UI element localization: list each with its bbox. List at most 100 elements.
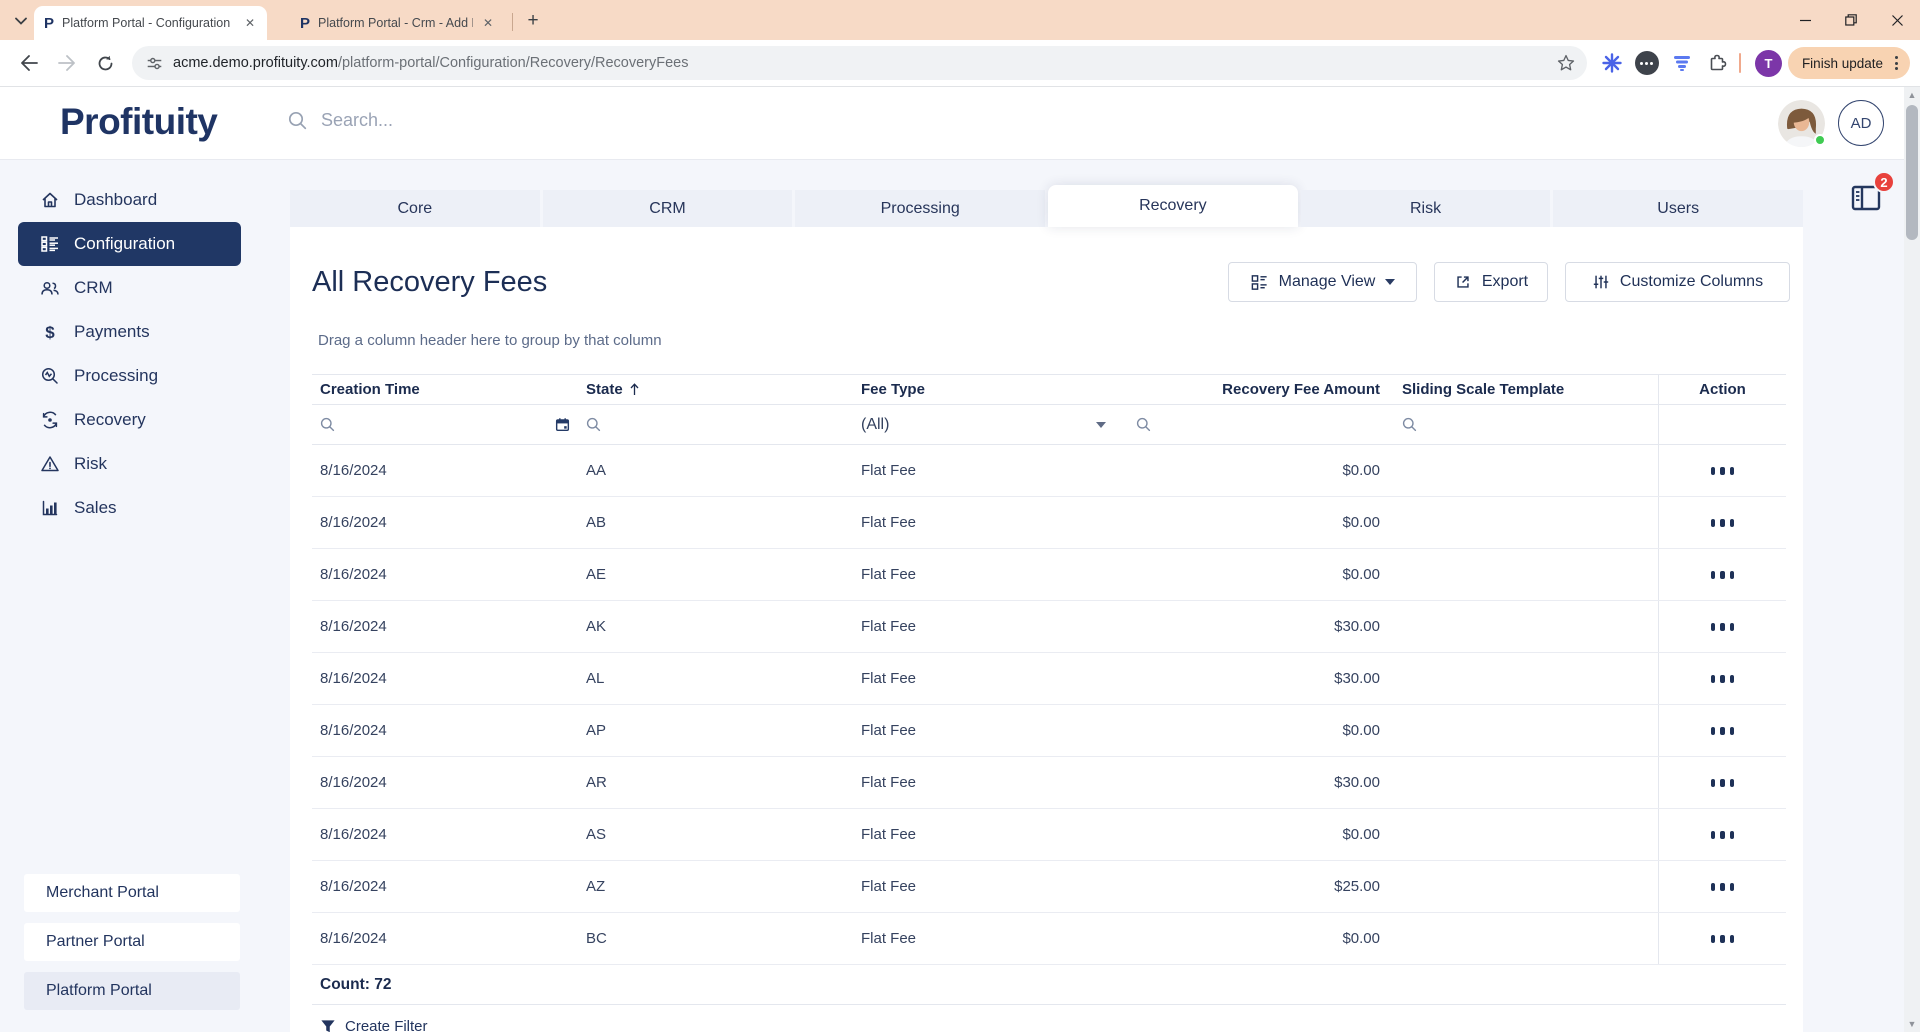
- partner-portal-link[interactable]: Partner Portal: [24, 923, 240, 961]
- table-row[interactable]: 8/16/2024 AE Flat Fee $0.00: [312, 549, 1786, 601]
- table-row[interactable]: 8/16/2024 AP Flat Fee $0.00: [312, 705, 1786, 757]
- minimize-button[interactable]: [1782, 0, 1828, 40]
- cell-state: AL: [578, 670, 853, 687]
- sidebar-nav: Dashboard Configuration CRM $ Payments: [0, 160, 267, 530]
- online-status-dot: [1814, 134, 1826, 146]
- close-tab-icon[interactable]: ✕: [479, 14, 497, 32]
- export-button[interactable]: Export: [1434, 262, 1548, 302]
- page-scrollbar[interactable]: ▲ ▼: [1904, 87, 1920, 1032]
- filter-state[interactable]: [578, 417, 853, 432]
- column-header-state[interactable]: State: [578, 381, 853, 398]
- sidebar-item-recovery[interactable]: Recovery: [18, 398, 241, 442]
- filter-fee-type-dropdown[interactable]: (All): [853, 416, 1128, 434]
- tab-recovery[interactable]: Recovery: [1048, 185, 1298, 227]
- global-search[interactable]: [288, 109, 639, 132]
- cell-creation-time: 8/16/2024: [312, 774, 578, 791]
- cell-fee-type: Flat Fee: [853, 826, 1128, 843]
- row-actions-menu-icon[interactable]: [1711, 675, 1735, 683]
- cell-state: AZ: [578, 878, 853, 895]
- reload-button[interactable]: [88, 46, 122, 80]
- row-actions-menu-icon[interactable]: [1711, 883, 1735, 891]
- tab-search-button[interactable]: [8, 8, 34, 34]
- customize-columns-button[interactable]: Customize Columns: [1565, 262, 1790, 302]
- extension-starburst-icon[interactable]: [1599, 50, 1625, 76]
- table-row[interactable]: 8/16/2024 AK Flat Fee $30.00: [312, 601, 1786, 653]
- extensions-puzzle-icon[interactable]: [1704, 50, 1730, 76]
- browser-tab-inactive[interactable]: P Platform Portal - Crm - Add Me ✕: [290, 6, 505, 40]
- forward-button[interactable]: [50, 46, 84, 80]
- platform-portal-link[interactable]: Platform Portal: [24, 972, 240, 1010]
- table-row[interactable]: 8/16/2024 AS Flat Fee $0.00: [312, 809, 1786, 861]
- cell-state: AS: [578, 826, 853, 843]
- cell-state: AK: [578, 618, 853, 635]
- user-avatar[interactable]: [1778, 100, 1825, 147]
- row-actions-menu-icon[interactable]: [1711, 831, 1735, 839]
- browser-profile-avatar[interactable]: T: [1755, 50, 1782, 77]
- cell-fee-type: Flat Fee: [853, 618, 1128, 635]
- table-row[interactable]: 8/16/2024 AZ Flat Fee $25.00: [312, 861, 1786, 913]
- row-actions-menu-icon[interactable]: [1711, 779, 1735, 787]
- browser-window: P Platform Portal - Configuration ✕ P Pl…: [0, 0, 1920, 1032]
- browser-tab-active[interactable]: P Platform Portal - Configuration ✕: [34, 6, 267, 40]
- chevron-down-icon: [15, 17, 27, 25]
- cell-creation-time: 8/16/2024: [312, 930, 578, 947]
- filter-amount[interactable]: [1128, 417, 1388, 432]
- sidebar-item-processing[interactable]: Processing: [18, 354, 241, 398]
- search-input[interactable]: [319, 109, 639, 132]
- cell-creation-time: 8/16/2024: [312, 514, 578, 531]
- new-tab-button[interactable]: +: [521, 9, 545, 33]
- favicon: P: [300, 15, 310, 32]
- row-actions-menu-icon[interactable]: [1711, 623, 1735, 631]
- manage-view-button[interactable]: Manage View: [1228, 262, 1417, 302]
- notifications-panel-button[interactable]: 2: [1849, 183, 1883, 213]
- row-actions-menu-icon[interactable]: [1711, 571, 1735, 579]
- sidebar-item-sales[interactable]: Sales: [18, 486, 241, 530]
- back-button[interactable]: [12, 46, 46, 80]
- filter-creation-time[interactable]: [312, 417, 578, 432]
- sidebar-item-configuration[interactable]: Configuration: [18, 222, 241, 266]
- sidebar-item-dashboard[interactable]: Dashboard: [18, 178, 241, 222]
- row-actions-menu-icon[interactable]: [1711, 935, 1735, 943]
- chrome-menu-icon[interactable]: [1891, 56, 1902, 70]
- column-header-creation-time[interactable]: Creation Time: [312, 381, 578, 398]
- table-row[interactable]: 8/16/2024 AR Flat Fee $30.00: [312, 757, 1786, 809]
- tab-users[interactable]: Users: [1553, 190, 1803, 227]
- column-header-fee-type[interactable]: Fee Type: [853, 381, 1128, 398]
- tab-crm[interactable]: CRM: [543, 190, 793, 227]
- table-row[interactable]: 8/16/2024 AL Flat Fee $30.00: [312, 653, 1786, 705]
- filter-sliding-scale[interactable]: [1388, 417, 1658, 432]
- sidebar-item-crm[interactable]: CRM: [18, 266, 241, 310]
- sidebar-item-risk[interactable]: Risk: [18, 442, 241, 486]
- table-row[interactable]: 8/16/2024 AA Flat Fee $0.00: [312, 445, 1786, 497]
- chevron-down-icon[interactable]: [1096, 422, 1106, 428]
- merchant-portal-link[interactable]: Merchant Portal: [24, 874, 240, 912]
- table-body: 8/16/2024 AA Flat Fee $0.00 8/16/2024 AB…: [312, 445, 1786, 965]
- tab-processing[interactable]: Processing: [795, 190, 1045, 227]
- row-actions-menu-icon[interactable]: [1711, 727, 1735, 735]
- create-filter-button[interactable]: Create Filter: [312, 1018, 1786, 1032]
- site-settings-icon[interactable]: [146, 55, 163, 72]
- table-row[interactable]: 8/16/2024 AB Flat Fee $0.00: [312, 497, 1786, 549]
- finish-update-button[interactable]: Finish update: [1788, 47, 1910, 79]
- url-text: acme.demo.profituity.com/platform-portal…: [173, 55, 1557, 71]
- column-header-sliding-scale[interactable]: Sliding Scale Template: [1388, 381, 1658, 398]
- row-actions-menu-icon[interactable]: [1711, 519, 1735, 527]
- bookmark-star-icon[interactable]: [1557, 54, 1575, 72]
- url-bar[interactable]: acme.demo.profituity.com/platform-portal…: [132, 46, 1587, 80]
- scroll-down-arrow[interactable]: ▼: [1904, 1016, 1920, 1032]
- tab-risk[interactable]: Risk: [1301, 190, 1551, 227]
- sidebar-item-payments[interactable]: $ Payments: [18, 310, 241, 354]
- restore-button[interactable]: [1828, 0, 1874, 40]
- close-tab-icon[interactable]: ✕: [241, 14, 259, 32]
- column-header-amount[interactable]: Recovery Fee Amount: [1128, 381, 1388, 398]
- scroll-up-arrow[interactable]: ▲: [1904, 87, 1920, 103]
- close-window-button[interactable]: [1874, 0, 1920, 40]
- table-row[interactable]: 8/16/2024 BC Flat Fee $0.00: [312, 913, 1786, 965]
- extension-chat-icon[interactable]: [1634, 50, 1660, 76]
- calendar-icon[interactable]: [555, 417, 570, 432]
- extension-filter-bars-icon[interactable]: [1669, 50, 1695, 76]
- row-actions-menu-icon[interactable]: [1711, 467, 1735, 475]
- tab-core[interactable]: Core: [290, 190, 540, 227]
- user-initials-badge[interactable]: AD: [1838, 100, 1884, 146]
- scrollbar-thumb[interactable]: [1906, 105, 1918, 240]
